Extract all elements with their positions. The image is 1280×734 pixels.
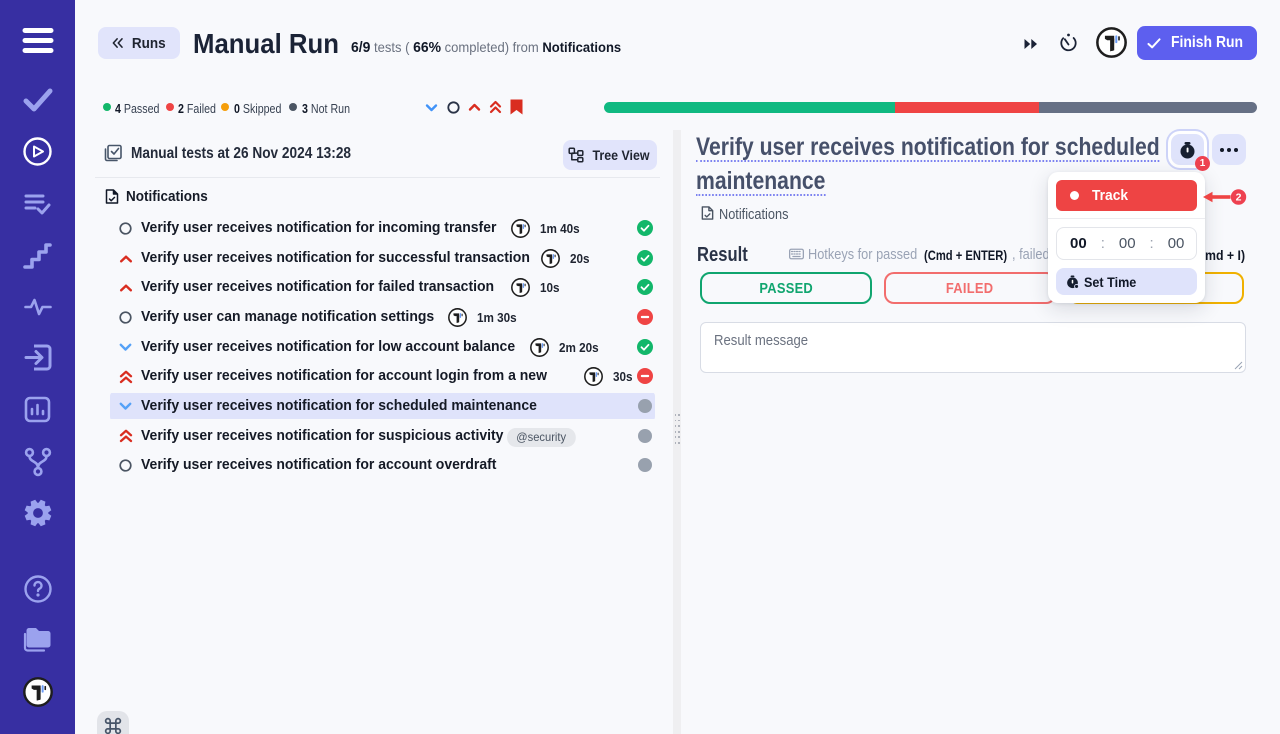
svg-text:2: 2 — [1236, 192, 1242, 204]
